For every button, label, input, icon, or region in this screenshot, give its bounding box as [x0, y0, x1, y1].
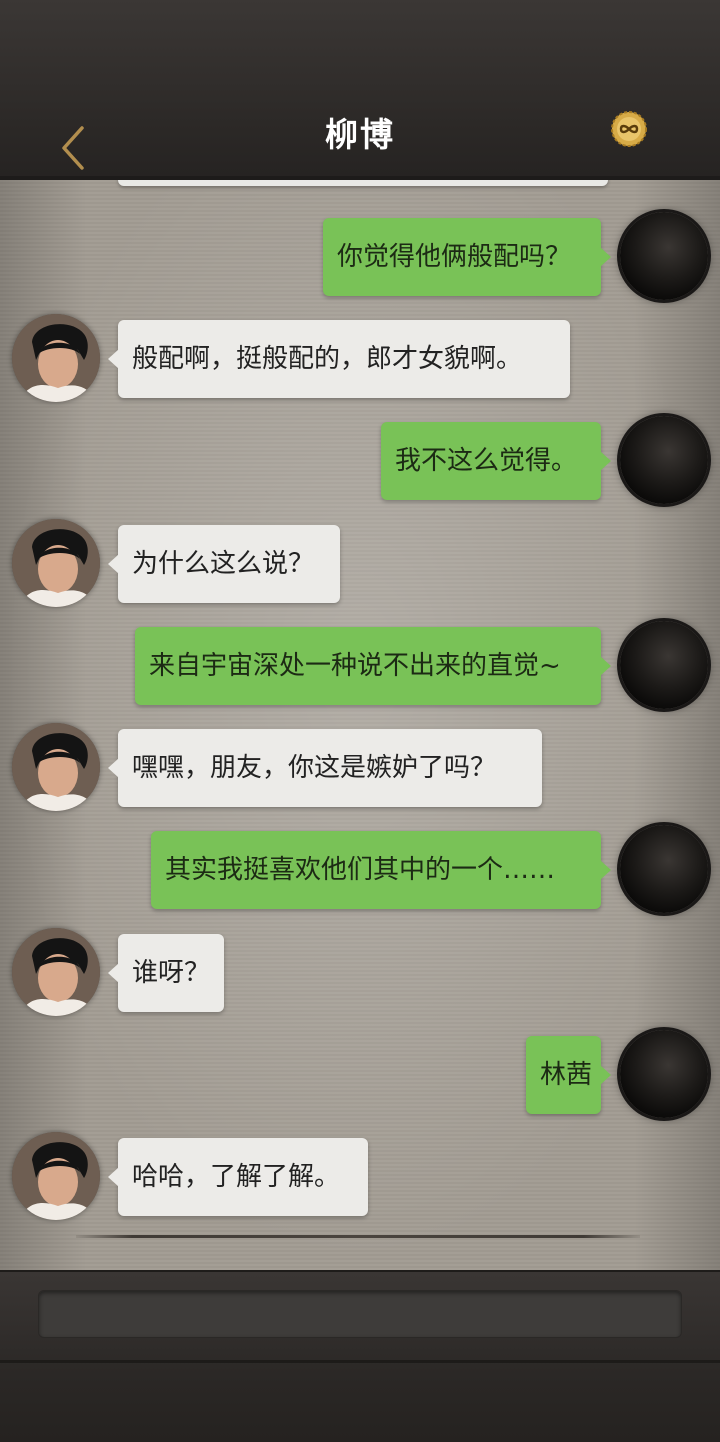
top-bar: 柳博	[0, 0, 720, 180]
contact-avatar[interactable]	[12, 519, 100, 607]
my-message-bubble[interactable]: 林茜	[526, 1036, 611, 1114]
user-avatar[interactable]	[620, 416, 708, 504]
message-row: 为什么这么说？	[0, 519, 720, 615]
bottom-bar	[0, 1270, 720, 1442]
contact-message-bubble[interactable]: 哈哈，了解了解。	[108, 1138, 368, 1216]
previous-message-bubble	[118, 180, 608, 186]
my-message-bubble[interactable]: 我不这么觉得。	[381, 422, 611, 500]
infinity-coin-icon[interactable]	[610, 110, 648, 148]
user-avatar[interactable]	[620, 825, 708, 913]
contact-portrait-icon	[12, 723, 100, 811]
contact-avatar[interactable]	[12, 723, 100, 811]
message-row: 来自宇宙深处一种说不出来的直觉~	[0, 621, 720, 717]
contact-message-bubble[interactable]: 般配啊，挺般配的，郎才女貌啊。	[108, 320, 570, 398]
message-row: 般配啊，挺般配的，郎才女貌啊。	[0, 314, 720, 410]
contact-message-bubble[interactable]: 嘿嘿，朋友，你这是嫉妒了吗？	[108, 729, 542, 807]
contact-message-bubble[interactable]: 谁呀？	[108, 934, 224, 1012]
contact-portrait-icon	[12, 519, 100, 607]
message-row: 其实我挺喜欢他们其中的一个……	[0, 825, 720, 921]
user-avatar[interactable]	[620, 212, 708, 300]
contact-avatar[interactable]	[12, 1132, 100, 1220]
contact-portrait-icon	[12, 314, 100, 402]
my-message-bubble[interactable]: 你觉得他俩般配吗？	[323, 218, 611, 296]
message-row: 你觉得他俩般配吗？	[0, 212, 720, 308]
chat-divider	[76, 1235, 640, 1238]
contact-avatar[interactable]	[12, 928, 100, 1016]
my-message-bubble[interactable]: 其实我挺喜欢他们其中的一个……	[151, 831, 611, 909]
contact-avatar[interactable]	[12, 314, 100, 402]
contact-portrait-icon	[12, 928, 100, 1016]
message-input[interactable]	[38, 1290, 682, 1338]
message-row: 谁呀？	[0, 928, 720, 1024]
chat-area[interactable]: 你觉得他俩般配吗？ 般配啊，挺般配的，郎才女貌啊。 我不这么觉得。 为什么这么说…	[0, 180, 720, 1270]
message-row: 林茜	[0, 1030, 720, 1126]
user-avatar[interactable]	[620, 1030, 708, 1118]
contact-message-bubble[interactable]: 为什么这么说？	[108, 525, 340, 603]
message-row: 嘿嘿，朋友，你这是嫉妒了吗？	[0, 723, 720, 819]
message-row: 我不这么觉得。	[0, 416, 720, 512]
user-avatar[interactable]	[620, 621, 708, 709]
my-message-bubble[interactable]: 来自宇宙深处一种说不出来的直觉~	[135, 627, 611, 705]
contact-portrait-icon	[12, 1132, 100, 1220]
bottom-divider	[0, 1360, 720, 1363]
message-row: 哈哈，了解了解。	[0, 1132, 720, 1228]
